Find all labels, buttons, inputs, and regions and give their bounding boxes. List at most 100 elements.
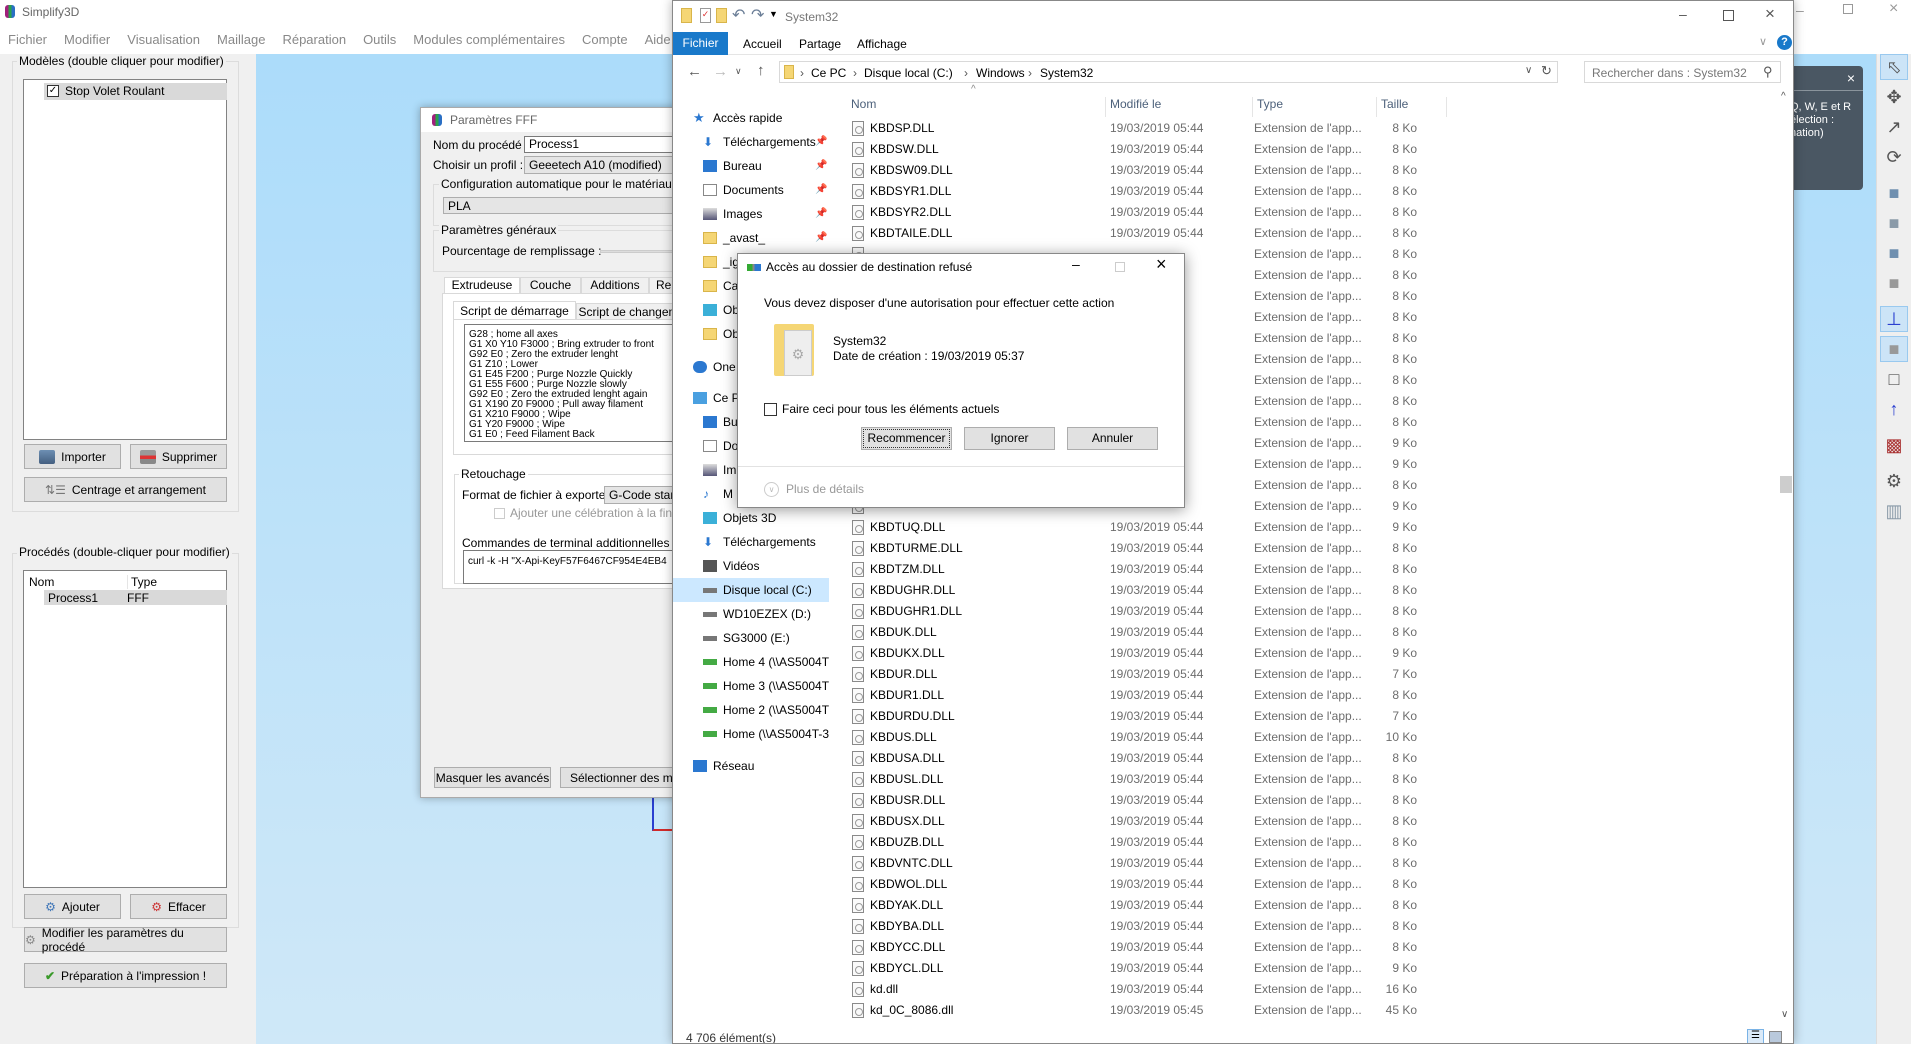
file-row[interactable]: KBDUK.DLL 19/03/2019 05:44 Extension de l'… xyxy=(843,622,1603,643)
address-dropdown-icon[interactable]: ∨ xyxy=(1525,65,1532,76)
menu-compte[interactable]: Compte xyxy=(582,32,628,47)
breadcrumb-windows[interactable]: Windows xyxy=(976,66,1025,80)
pin-icon[interactable]: 📌 xyxy=(815,178,827,202)
file-row[interactable]: KBDYCL.DLL 19/03/2019 05:44 Extension de l… xyxy=(843,958,1603,979)
solid-view-icon[interactable]: ■ xyxy=(1880,336,1908,362)
ribbon-expand-chevron-icon[interactable]: ∨ xyxy=(1759,35,1767,48)
material-select[interactable]: PLA xyxy=(443,197,683,214)
retry-button[interactable]: Recommencer xyxy=(861,427,952,450)
add-process-button[interactable]: ⚙ Ajouter xyxy=(24,894,121,919)
breadcrumb-system32[interactable]: System32 xyxy=(1040,66,1093,80)
menu-modules[interactable]: Modules complémentaires xyxy=(413,32,565,47)
thumbnail-view-icon[interactable] xyxy=(1769,1031,1782,1043)
pin-icon[interactable]: 📌 xyxy=(815,226,827,250)
file-row[interactable]: KBDYAK.DLL 19/03/2019 05:44 Extension de l… xyxy=(843,895,1603,916)
search-input[interactable]: Rechercher dans : System32 xyxy=(1592,66,1747,80)
file-row[interactable]: KBDTUQ.DLL 19/03/2019 05:44 Extension de l… xyxy=(843,517,1603,538)
nav-item[interactable]: Home 3 (\\AS5004T xyxy=(673,674,829,698)
explorer-minimize-button[interactable]: – xyxy=(1679,6,1687,22)
nav-item[interactable]: SG3000 (E:) xyxy=(673,626,829,650)
scroll-down-icon[interactable]: ∨ xyxy=(1781,1009,1788,1020)
menu-aide[interactable]: Aide xyxy=(645,32,671,47)
file-row[interactable]: KBDYCC.DLL 19/03/2019 05:44 Extension de l… xyxy=(843,937,1603,958)
explorer-close-button[interactable]: × xyxy=(1765,4,1775,24)
delete-button[interactable]: Supprimer xyxy=(130,444,227,469)
processes-list[interactable]: Nom Type Process1 FFF xyxy=(23,570,227,888)
start-script-textarea[interactable]: G28 ; home all axes G1 X0 Y10 F3000 ; Bri… xyxy=(464,324,694,442)
file-row[interactable]: KBDURDU.DLL 19/03/2019 05:44 Extension de … xyxy=(843,706,1603,727)
vertical-scrollbar[interactable]: ^ ∨ xyxy=(1777,89,1793,1029)
file-row[interactable]: KBDWOL.DLL 19/03/2019 05:44 Extension de l… xyxy=(843,874,1603,895)
tab-extrudeuse[interactable]: Extrudeuse xyxy=(444,277,520,294)
file-row[interactable]: KBDUS.DLL 19/03/2019 05:44 Extension de l'… xyxy=(843,727,1603,748)
subtab-change-script[interactable]: Script de changem xyxy=(576,303,681,320)
file-row[interactable]: KBDVNTC.DLL 19/03/2019 05:44 Extension de … xyxy=(843,853,1603,874)
column-header-type[interactable]: Type xyxy=(1257,97,1377,117)
view-top-icon[interactable]: ■ xyxy=(1880,210,1908,236)
file-row[interactable]: KBDUSL.DLL 19/03/2019 05:44 Extension de l… xyxy=(843,769,1603,790)
file-row[interactable]: KBDSW.DLL 19/03/2019 05:44 Extension de l'… xyxy=(843,139,1603,160)
column-header-taille[interactable]: Taille xyxy=(1381,97,1447,117)
pin-icon[interactable]: 📌 xyxy=(815,202,827,226)
scrollbar-thumb[interactable] xyxy=(1780,476,1792,493)
file-row[interactable]: KBDSYR2.DLL 19/03/2019 05:44 Extension de … xyxy=(843,202,1603,223)
process-row[interactable]: Process1 FFF xyxy=(44,590,227,605)
skip-button[interactable]: Ignorer xyxy=(964,427,1055,450)
nav-item[interactable]: Réseau xyxy=(673,754,829,778)
column-header-name[interactable]: Nom xyxy=(29,575,54,589)
menu-visualisation[interactable]: Visualisation xyxy=(127,32,200,47)
cancel-button[interactable]: Annuler xyxy=(1067,427,1158,450)
nav-item[interactable]: Documents 📌 xyxy=(673,178,829,202)
file-row[interactable]: kd.dll 19/03/2019 05:44 Extension de l'app… xyxy=(843,979,1603,1000)
hide-advanced-button[interactable]: Masquer les avancés xyxy=(434,767,551,788)
file-row[interactable]: KBDUR.DLL 19/03/2019 05:44 Extension de l'… xyxy=(843,664,1603,685)
file-row[interactable]: KBDUGHR.DLL 19/03/2019 05:44 Extension de … xyxy=(843,580,1603,601)
edit-process-button[interactable]: ⚙ Modifier les paramètres du procédé xyxy=(24,926,227,954)
nav-item[interactable]: ⬇ Téléchargements xyxy=(673,530,829,554)
pin-icon[interactable]: 📌 xyxy=(815,130,827,154)
ribbon-tab-affichage[interactable]: Affichage xyxy=(857,37,907,51)
nav-item[interactable]: ★ Accès rapide xyxy=(673,106,829,130)
app-close-button[interactable]: × xyxy=(1889,0,1898,18)
column-header-nom[interactable]: Nom xyxy=(851,97,1106,117)
address-bar[interactable]: › Ce PC › Disque local (C:) › Windows › … xyxy=(779,61,1558,83)
scale-tool-icon[interactable]: ↗ xyxy=(1880,114,1908,140)
file-row[interactable]: KBDUSX.DLL 19/03/2019 05:44 Extension de l… xyxy=(843,811,1603,832)
nav-item[interactable]: Home 4 (\\AS5004T xyxy=(673,650,829,674)
app-minimize-button[interactable]: – xyxy=(1796,2,1804,18)
file-row[interactable]: KBDUR1.DLL 19/03/2019 05:44 Extension de l… xyxy=(843,685,1603,706)
file-row[interactable]: KBDTZM.DLL 19/03/2019 05:44 Extension de l… xyxy=(843,559,1603,580)
file-row[interactable]: KBDUSR.DLL 19/03/2019 05:44 Extension de l… xyxy=(843,790,1603,811)
dialog-minimize-button[interactable]: – xyxy=(1072,256,1080,272)
menu-reparation[interactable]: Réparation xyxy=(282,32,346,47)
import-button[interactable]: Importer xyxy=(24,444,121,469)
profile-select[interactable]: Geeetech A10 (modified) xyxy=(524,156,684,174)
tooltip-close-button[interactable]: × xyxy=(1847,70,1855,86)
view-front-icon[interactable]: ■ xyxy=(1880,240,1908,266)
menu-outils[interactable]: Outils xyxy=(363,32,396,47)
nav-item[interactable]: Home (\\AS5004T-3 xyxy=(673,722,829,746)
settings-gear-icon[interactable]: ⚙ xyxy=(1880,468,1908,494)
erase-process-button[interactable]: ⚙ Effacer xyxy=(130,894,227,919)
column-header-modifie[interactable]: Modifié le xyxy=(1110,97,1253,117)
terminal-commands-textarea[interactable]: curl -k -H "X-Api-KeyF57F6467CF954E4EB4 xyxy=(463,550,703,584)
nav-item[interactable]: Bureau 📌 xyxy=(673,154,829,178)
nav-item[interactable]: Home 2 (\\AS5004T xyxy=(673,698,829,722)
nav-item[interactable]: WD10EZEX (D:) xyxy=(673,602,829,626)
dialog-close-button[interactable]: × xyxy=(1156,254,1167,275)
menu-fichier[interactable]: Fichier xyxy=(8,32,47,47)
app-restore-button[interactable] xyxy=(1843,4,1853,14)
more-details-link[interactable]: Plus de détails xyxy=(786,482,864,496)
file-row[interactable]: KBDUZB.DLL 19/03/2019 05:44 Extension de l… xyxy=(843,832,1603,853)
file-row[interactable]: kd_0C_8086.dll 19/03/2019 05:45 Extension … xyxy=(843,1000,1603,1021)
file-row[interactable]: KBDUSA.DLL 19/03/2019 05:44 Extension de l… xyxy=(843,748,1603,769)
model-item[interactable]: ✓ Stop Volet Roulant xyxy=(44,83,227,100)
apply-all-checkbox[interactable] xyxy=(764,403,777,416)
nav-item[interactable]: ⬇ Téléchargements 📌 xyxy=(673,130,829,154)
axes-toggle-icon[interactable]: ⊥ xyxy=(1880,306,1908,332)
prepare-print-button[interactable]: ✔ Préparation à l'impression ! xyxy=(24,963,227,988)
cross-section-icon[interactable]: ▩ xyxy=(1880,432,1908,458)
refresh-icon[interactable]: ↻ xyxy=(1541,63,1552,79)
nav-item[interactable]: Objets 3D xyxy=(673,506,829,530)
file-row[interactable]: KBDSP.DLL 19/03/2019 05:44 Extension de l'… xyxy=(843,118,1603,139)
